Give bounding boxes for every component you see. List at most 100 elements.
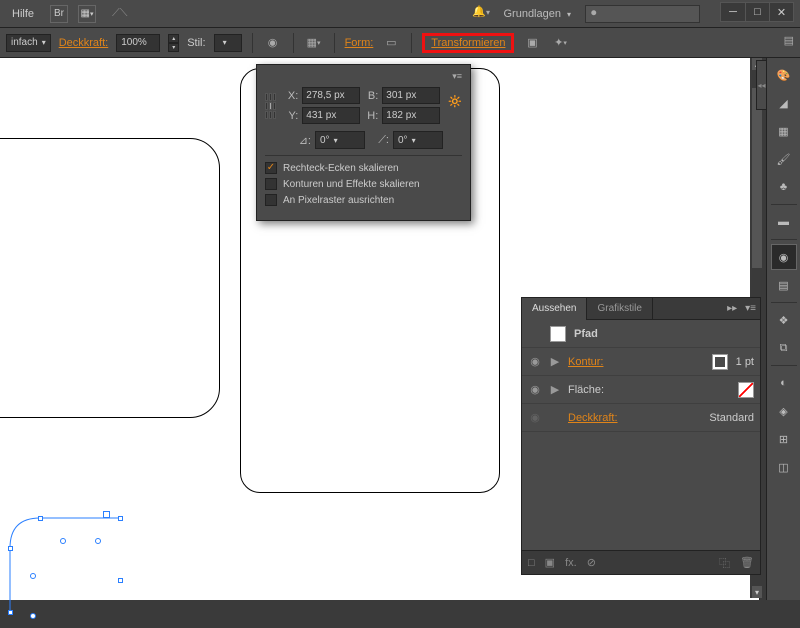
h-label: H: (364, 110, 378, 122)
stroke-row[interactable]: ◉ ▶ Kontur: 1 pt (522, 348, 760, 376)
x-input[interactable] (302, 87, 360, 104)
minimize-button[interactable]: ─ (721, 3, 745, 21)
tab-appearance[interactable]: Aussehen (522, 298, 587, 320)
panel-menu-icon[interactable]: ▾≡ (741, 303, 760, 314)
expand-icon[interactable]: ▶ (550, 383, 560, 396)
shear-icon: ⟋: (369, 134, 389, 147)
angle-input[interactable]: 0°▾ (315, 131, 365, 149)
scale-strokes-checkbox[interactable] (265, 178, 277, 190)
appearance-panel: Aussehen Grafikstile ▸▸ ▾≡ Pfad ◉ ▶ Kont… (521, 297, 761, 575)
corner-widget[interactable] (60, 538, 66, 544)
search-input[interactable] (585, 5, 700, 23)
anchor-point[interactable] (8, 546, 13, 551)
scale-corners-label: Rechteck-Ecken skalieren (283, 163, 399, 174)
clear-icon[interactable]: ⊘ (587, 556, 596, 569)
arrange-icon[interactable]: ▦▾ (78, 5, 96, 23)
anchor-point[interactable] (8, 610, 13, 615)
y-input[interactable] (302, 107, 360, 124)
pixel-grid-checkbox[interactable] (265, 194, 277, 206)
shape-label[interactable]: Form: (345, 37, 374, 49)
notification-icon[interactable]: 🔔▾ (472, 5, 490, 18)
trash-icon[interactable]: 🗑 (740, 556, 754, 569)
scale-corners-checkbox[interactable] (265, 162, 277, 174)
corner-widget[interactable] (30, 613, 36, 619)
artwork-rect-left[interactable] (0, 138, 220, 418)
menu-help[interactable]: Hilfe (6, 8, 40, 20)
anchor-point[interactable] (38, 516, 43, 521)
workspace-preset[interactable]: Grundlagen▾ (499, 5, 575, 23)
reference-point[interactable] (265, 93, 276, 119)
transparency-icon[interactable]: ◐ (771, 370, 797, 396)
panel-menu-icon[interactable]: ▾≡ (265, 71, 462, 82)
w-input[interactable] (382, 87, 440, 104)
fill-row[interactable]: ◉ ▶ Fläche: (522, 376, 760, 404)
anchor-point[interactable] (118, 516, 123, 521)
stroke-weight: 1 pt (736, 356, 754, 368)
h-input[interactable] (382, 107, 440, 124)
opacity-input[interactable] (116, 34, 160, 52)
transform-label[interactable]: Transformieren (431, 37, 505, 49)
panel-rail: 🎨 ◢ ▦ 🖌 ♣ ▬ ◉ ▤ ❖ ⧉ ◐ ◈ ⊞ ◫ (766, 58, 800, 600)
opacity-row[interactable]: ◉ Deckkraft: Standard (522, 404, 760, 432)
y-label: Y: (284, 110, 298, 122)
object-swatch (550, 326, 566, 342)
no-style-icon[interactable]: □ (528, 557, 535, 569)
panel-collapse-icon[interactable]: ▸▸ (723, 303, 741, 314)
corner-widget[interactable] (30, 573, 36, 579)
style-dropdown[interactable]: ▾ (214, 34, 242, 52)
align-icon[interactable]: ⊞ (771, 426, 797, 452)
selected-path[interactable] (0, 458, 130, 618)
angle-icon: ⊿: (297, 134, 311, 147)
brushes-icon[interactable]: 🖌 (771, 146, 797, 172)
align-icon[interactable]: ▦▾ (304, 33, 324, 53)
stroke-swatch[interactable] (712, 354, 728, 370)
stroke-icon[interactable]: ▬ (771, 209, 797, 235)
transform-icon[interactable]: ◈ (771, 398, 797, 424)
visibility-icon[interactable]: ◉ (528, 411, 542, 425)
fill-label: Fläche: (568, 384, 604, 396)
symbols-icon[interactable]: ♣ (771, 174, 797, 200)
close-button[interactable]: ✕ (769, 3, 793, 21)
scroll-down-icon[interactable]: ▾ (752, 586, 762, 598)
object-row[interactable]: Pfad (522, 320, 760, 348)
gpu-icon[interactable]: ⟋⟍ (106, 7, 133, 20)
tab-graphic-styles[interactable]: Grafikstile (587, 298, 652, 320)
swatches-icon[interactable]: ▦ (771, 118, 797, 144)
bridge-icon[interactable]: Br (50, 5, 68, 23)
object-label: Pfad (574, 328, 598, 340)
options-menu-icon[interactable]: ▤ (784, 34, 794, 47)
expand-icon[interactable]: ▶ (550, 355, 560, 368)
gradient-icon[interactable]: ◢ (771, 90, 797, 116)
artboards-icon[interactable]: ⧉ (771, 335, 797, 361)
opacity-label[interactable]: Deckkraft: (568, 412, 618, 424)
maximize-button[interactable]: □ (745, 3, 769, 21)
panel-expand-handle[interactable]: ◂◂ (756, 60, 766, 110)
bbox-handle[interactable] (103, 511, 110, 518)
more-icon[interactable]: ✦▾ (550, 33, 570, 53)
style-label: Stil: (187, 37, 205, 49)
w-label: B: (364, 90, 378, 102)
corner-widget[interactable] (95, 538, 101, 544)
pathfinder-icon[interactable]: ◫ (771, 454, 797, 480)
profile-dropdown[interactable]: infach▾ (6, 34, 51, 52)
duplicate-icon[interactable]: ⿻ (719, 555, 730, 571)
opacity-spinner[interactable]: ▴▾ (168, 34, 179, 52)
opacity-label[interactable]: Deckkraft: (59, 37, 109, 49)
appearance-icon[interactable]: ◉ (771, 244, 797, 270)
isolate-icon[interactable]: ▣ (522, 33, 542, 53)
globe-icon[interactable]: ◉ (263, 33, 283, 53)
visibility-icon[interactable]: ◉ (528, 355, 542, 369)
fx-label[interactable]: fx. (565, 557, 577, 569)
anchor-point[interactable] (118, 578, 123, 583)
layers-icon[interactable]: ❖ (771, 307, 797, 333)
shape-icon[interactable]: ▭ (381, 33, 401, 53)
fill-swatch[interactable] (738, 382, 754, 398)
layer-icon[interactable]: ▣ (545, 556, 555, 569)
stroke-label[interactable]: Kontur: (568, 356, 603, 368)
constrain-icon[interactable]: 🔆 (448, 95, 462, 117)
scroll-thumb[interactable] (752, 88, 762, 268)
shear-input[interactable]: 0°▾ (393, 131, 443, 149)
visibility-icon[interactable]: ◉ (528, 383, 542, 397)
graphic-styles-icon[interactable]: ▤ (771, 272, 797, 298)
color-icon[interactable]: 🎨 (771, 62, 797, 88)
